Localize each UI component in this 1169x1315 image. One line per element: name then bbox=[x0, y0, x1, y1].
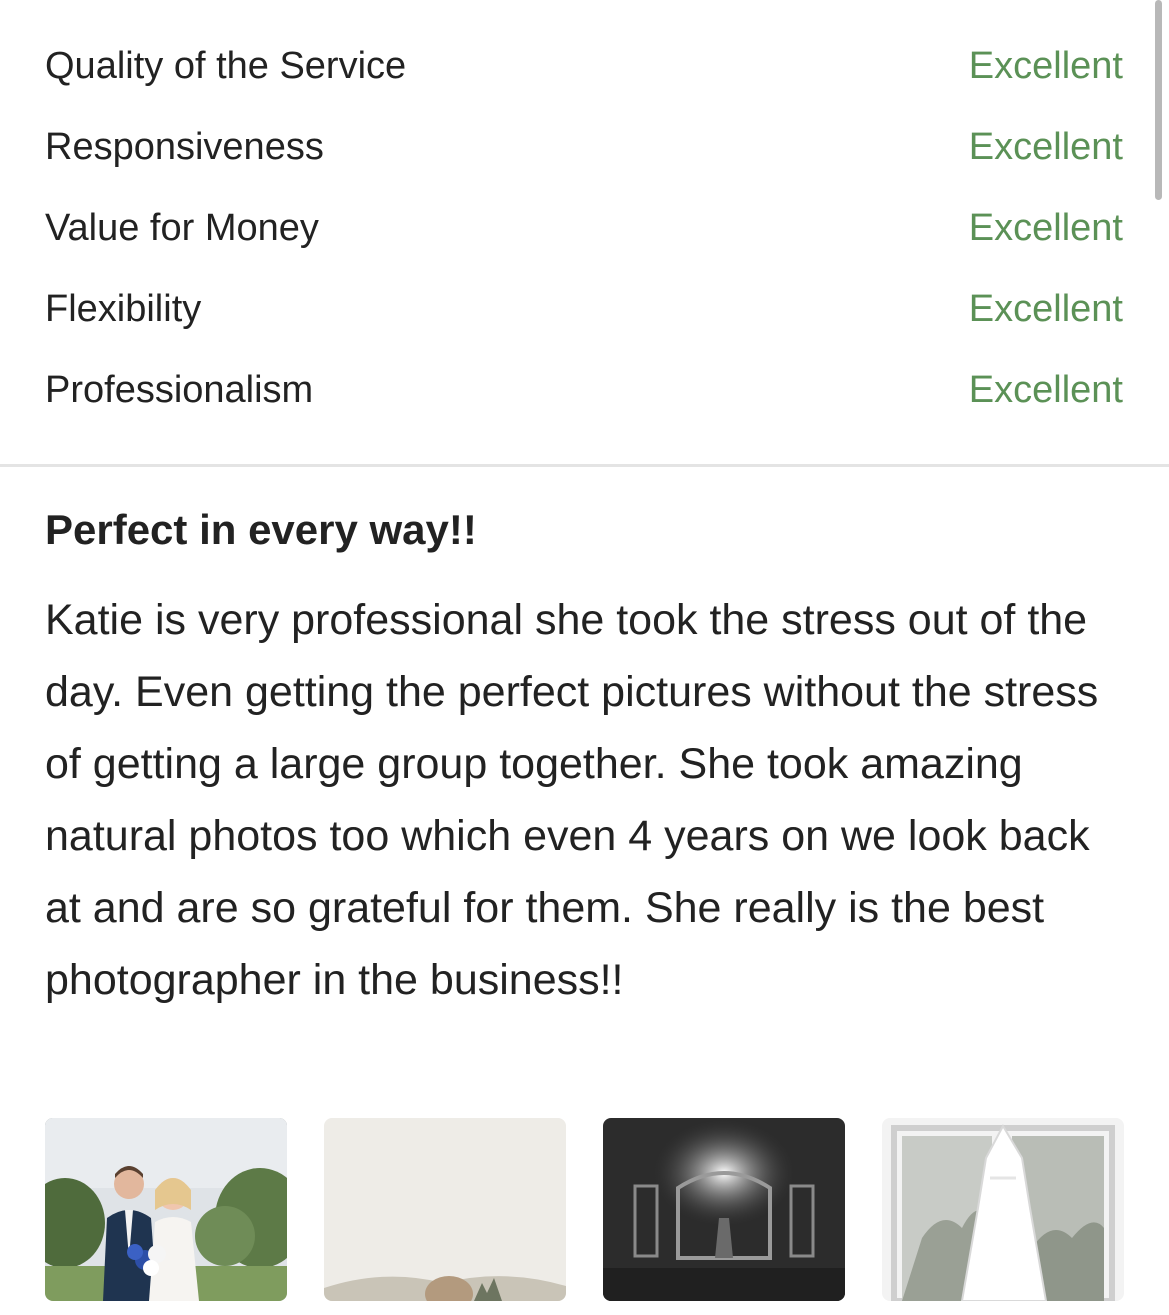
rating-label: Quality of the Service bbox=[45, 45, 407, 87]
rating-label: Professionalism bbox=[45, 369, 314, 411]
rating-value: Excellent bbox=[968, 126, 1123, 168]
review-photo-wedding-dress[interactable] bbox=[882, 1118, 1124, 1301]
rating-label: Value for Money bbox=[45, 207, 319, 249]
scrollbar[interactable] bbox=[1155, 0, 1162, 200]
rating-label: Flexibility bbox=[45, 288, 202, 330]
rating-row-quality: Quality of the Service Excellent bbox=[45, 26, 1123, 107]
rating-row-flexibility: Flexibility Excellent bbox=[45, 269, 1123, 350]
rating-value: Excellent bbox=[968, 369, 1123, 411]
review-photo-night-gazebo[interactable] bbox=[603, 1118, 845, 1301]
review-body: Katie is very professional she took the … bbox=[45, 596, 1099, 1004]
rating-row-value-for-money: Value for Money Excellent bbox=[45, 188, 1123, 269]
rating-label: Responsiveness bbox=[45, 126, 324, 168]
review-photo-strip bbox=[45, 1118, 1124, 1301]
rating-value: Excellent bbox=[968, 45, 1123, 87]
section-divider bbox=[0, 464, 1169, 467]
rating-value: Excellent bbox=[968, 288, 1123, 330]
review-title: Perfect in every way!! bbox=[45, 506, 477, 553]
rating-value: Excellent bbox=[968, 207, 1123, 249]
rating-row-responsiveness: Responsiveness Excellent bbox=[45, 107, 1123, 188]
rating-row-professionalism: Professionalism Excellent bbox=[45, 350, 1123, 431]
review-photo-landscape[interactable] bbox=[324, 1118, 566, 1301]
review-photo-couple[interactable] bbox=[45, 1118, 287, 1301]
ratings-list: Quality of the Service Excellent Respons… bbox=[45, 26, 1123, 431]
